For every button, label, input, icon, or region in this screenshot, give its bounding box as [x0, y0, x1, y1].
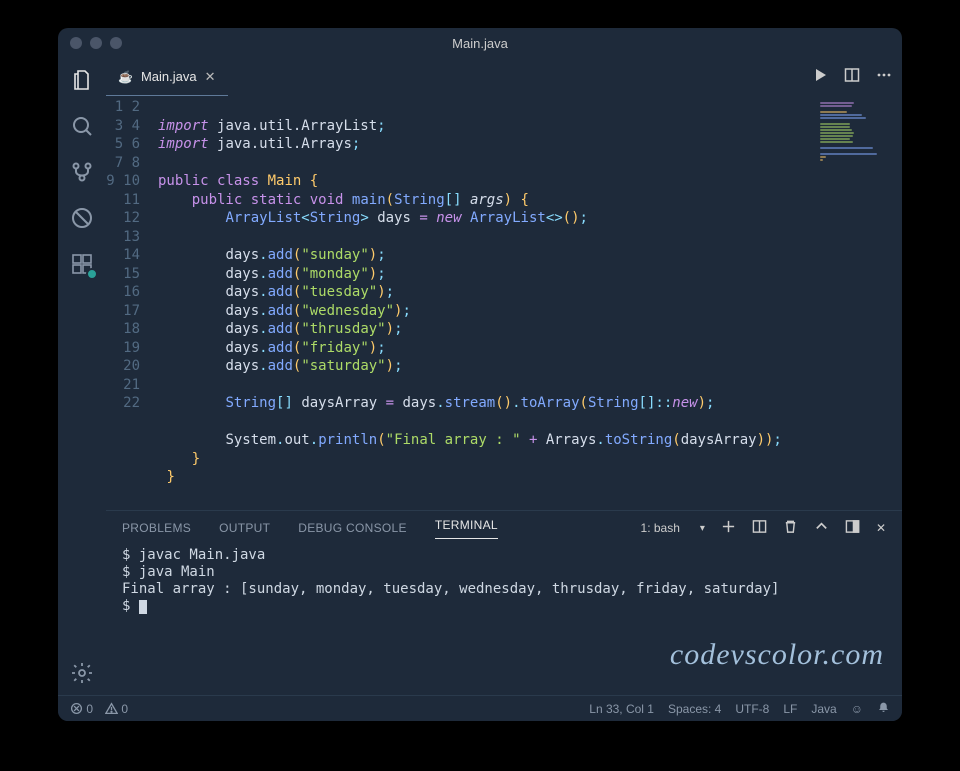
- status-bar: 0 0 Ln 33, Col 1 Spaces: 4 UTF-8 LF Java…: [58, 695, 902, 721]
- status-encoding[interactable]: UTF-8: [735, 702, 769, 716]
- tab-output[interactable]: OUTPUT: [219, 521, 270, 535]
- watermark: codevscolor.com: [670, 646, 884, 663]
- status-cursor-position[interactable]: Ln 33, Col 1: [589, 702, 654, 716]
- explorer-icon[interactable]: [68, 66, 96, 94]
- panel-position-icon[interactable]: [845, 519, 860, 537]
- source-control-icon[interactable]: [68, 158, 96, 186]
- activity-bar: [58, 58, 106, 695]
- maximize-window-button[interactable]: [110, 37, 122, 49]
- editor[interactable]: 1 2 3 4 5 6 7 8 9 10 11 12 13 14 15 16 1…: [106, 96, 902, 510]
- debug-icon[interactable]: [68, 204, 96, 232]
- kill-terminal-icon[interactable]: [783, 519, 798, 537]
- editor-tab-main-java[interactable]: ☕ Main.java ✕: [106, 58, 228, 96]
- tab-bar: ☕ Main.java ✕: [106, 58, 902, 96]
- close-panel-icon[interactable]: ✕: [876, 521, 886, 535]
- traffic-lights: [70, 37, 122, 49]
- minimize-window-button[interactable]: [90, 37, 102, 49]
- split-terminal-icon[interactable]: [752, 519, 767, 537]
- close-tab-icon[interactable]: ✕: [205, 69, 216, 85]
- main-column: ☕ Main.java ✕ 1 2 3 4 5 6: [106, 58, 902, 695]
- terminal-dropdown-icon[interactable]: ▾: [700, 523, 705, 534]
- search-icon[interactable]: [68, 112, 96, 140]
- editor-actions: [812, 67, 892, 87]
- java-file-icon: ☕: [118, 70, 133, 84]
- bottom-panel: PROBLEMS OUTPUT DEBUG CONSOLE TERMINAL 1…: [106, 510, 902, 695]
- status-warnings[interactable]: 0: [105, 702, 128, 716]
- tab-problems[interactable]: PROBLEMS: [122, 521, 191, 535]
- extensions-icon[interactable]: [68, 250, 96, 278]
- window-title: Main.java: [452, 36, 508, 51]
- new-terminal-icon[interactable]: [721, 519, 736, 537]
- more-actions-icon[interactable]: [876, 67, 892, 87]
- titlebar: Main.java: [58, 28, 902, 58]
- status-feedback-icon[interactable]: ☺: [851, 702, 863, 716]
- terminal-content[interactable]: $ javac Main.java $ java Main Final arra…: [106, 545, 902, 695]
- terminal-cursor: [139, 600, 147, 614]
- vscode-window: Main.java: [58, 28, 902, 721]
- minimap[interactable]: [818, 100, 898, 190]
- terminal-selector[interactable]: 1: bash: [637, 519, 696, 537]
- run-icon[interactable]: [812, 67, 828, 87]
- tab-filename: Main.java: [141, 69, 197, 84]
- code-content[interactable]: import java.util.ArrayList; import java.…: [158, 96, 902, 510]
- status-errors[interactable]: 0: [70, 702, 93, 716]
- tab-terminal[interactable]: TERMINAL: [435, 518, 498, 539]
- status-language[interactable]: Java: [811, 702, 836, 716]
- body-area: ☕ Main.java ✕ 1 2 3 4 5 6: [58, 58, 902, 695]
- update-badge-icon: [86, 268, 98, 280]
- panel-tabs: PROBLEMS OUTPUT DEBUG CONSOLE TERMINAL 1…: [106, 511, 902, 545]
- close-window-button[interactable]: [70, 37, 82, 49]
- status-eol[interactable]: LF: [783, 702, 797, 716]
- maximize-panel-icon[interactable]: [814, 519, 829, 537]
- status-bell-icon[interactable]: [877, 701, 890, 717]
- tab-debug-console[interactable]: DEBUG CONSOLE: [298, 521, 407, 535]
- status-indentation[interactable]: Spaces: 4: [668, 702, 721, 716]
- line-number-gutter: 1 2 3 4 5 6 7 8 9 10 11 12 13 14 15 16 1…: [106, 96, 158, 510]
- settings-gear-icon[interactable]: [68, 659, 96, 687]
- split-editor-icon[interactable]: [844, 67, 860, 87]
